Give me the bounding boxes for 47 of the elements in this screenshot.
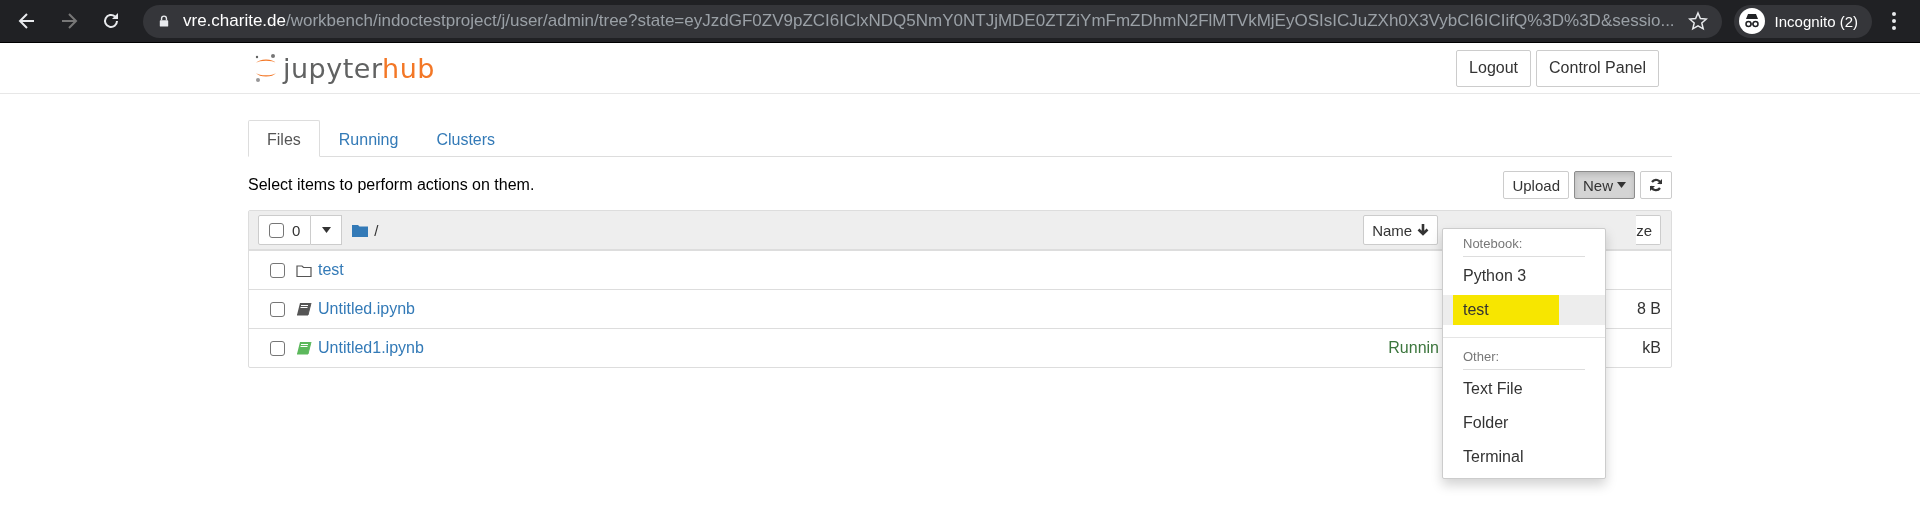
size-text: kB: [1641, 339, 1661, 357]
folder-icon: [296, 262, 312, 278]
arrow-down-icon: [1417, 223, 1430, 237]
header-button[interactable]: Control Panel: [1536, 49, 1659, 87]
menu-item[interactable]: Folder: [1443, 408, 1605, 438]
tab[interactable]: Files: [248, 120, 320, 157]
size-text: 8 B: [1637, 300, 1661, 318]
refresh-icon: [1649, 178, 1663, 192]
forward-icon[interactable]: [59, 11, 79, 31]
profile-label: Incognito (2): [1774, 12, 1858, 30]
menu-section-label: Notebook:: [1463, 234, 1585, 257]
star-icon[interactable]: [1687, 11, 1708, 31]
folder-icon: [352, 223, 369, 237]
menu-item[interactable]: Python 3: [1443, 261, 1605, 291]
sort-button[interactable]: ze: [1636, 215, 1661, 245]
incognito-badge[interactable]: Incognito (2): [1733, 4, 1872, 38]
logo-text: jupyterhub: [283, 52, 435, 84]
back-icon[interactable]: [17, 11, 37, 31]
menu-icon[interactable]: [1890, 11, 1898, 31]
select-all-button[interactable]: 0: [258, 215, 312, 245]
caret-icon: [321, 227, 331, 233]
new-button[interactable]: New: [1574, 171, 1635, 199]
reload-icon[interactable]: [101, 11, 121, 31]
upload-button[interactable]: Upload: [1503, 171, 1569, 199]
menu-item[interactable]: Terminal: [1443, 442, 1605, 472]
menu-item[interactable]: Text File: [1443, 374, 1605, 404]
menu-section-label: Other:: [1463, 347, 1585, 370]
tab[interactable]: Clusters: [417, 120, 515, 157]
hint-text: Select items to perform actions on them.: [248, 176, 535, 194]
file-link[interactable]: Untitled1.ipynb: [318, 339, 424, 357]
address-bar[interactable]: vre.charite.de/workbench/indoctestproject/j/user/admin/tree?state=eyJzdGF0ZV9pZCI6IClxNDQ5NmY0NTJjMDE0ZTZiYmFmZDhmN2FlMTVkMjEyOSIsICJuZXh0X3VybCI6ICIifQ%3D%3D&sessio...: [143, 4, 1722, 38]
checkbox[interactable]: [270, 301, 285, 317]
select-dropdown-button[interactable]: [311, 215, 343, 245]
status-text: Runnin: [1388, 339, 1439, 357]
checkbox[interactable]: [269, 222, 284, 238]
caret-icon: [1617, 182, 1626, 188]
checkbox[interactable]: [270, 340, 285, 356]
refresh-button[interactable]: [1640, 171, 1672, 199]
file-link[interactable]: test: [318, 261, 344, 279]
breadcrumb-link[interactable]: /: [374, 221, 379, 239]
menu-item[interactable]: test: [1443, 295, 1605, 325]
file-link[interactable]: Untitled.ipynb: [318, 300, 415, 318]
incognito-icon: [1738, 8, 1765, 34]
tab[interactable]: Running: [319, 120, 418, 157]
sort-button[interactable]: Name: [1363, 215, 1439, 245]
header-button[interactable]: Logout: [1456, 49, 1532, 87]
checkbox[interactable]: [270, 262, 285, 278]
